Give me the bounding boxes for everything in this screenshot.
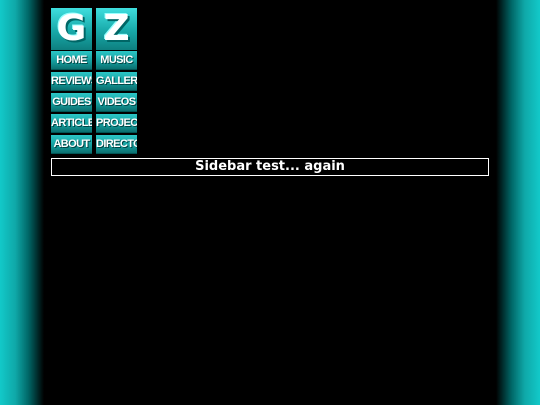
- right-edge-glow: [496, 0, 540, 405]
- nav-directory-button[interactable]: DIRECTORY: [96, 135, 137, 154]
- logo-letter-g: G: [51, 8, 92, 50]
- nav-videos-button[interactable]: VIDEOS: [96, 93, 137, 112]
- nav-projects-button[interactable]: PROJECTS: [96, 114, 137, 133]
- nav-about-button[interactable]: ABOUT: [51, 135, 92, 154]
- left-edge-glow: [0, 0, 44, 405]
- sidebar-nav: HOME MUSIC REVIEWS GALLERY GUIDES VIDEOS…: [51, 51, 137, 154]
- nav-gallery-button[interactable]: GALLERY: [96, 72, 137, 91]
- nav-reviews-button[interactable]: REVIEWS: [51, 72, 92, 91]
- nav-guides-button[interactable]: GUIDES: [51, 93, 92, 112]
- nav-articles-button[interactable]: ARTICLES: [51, 114, 92, 133]
- nav-music-button[interactable]: MUSIC: [96, 51, 137, 70]
- site-logo[interactable]: G Z: [51, 8, 137, 50]
- page-title: Sidebar test... again: [195, 159, 345, 174]
- nav-home-button[interactable]: HOME: [51, 51, 92, 70]
- logo-letter-z: Z: [96, 8, 137, 50]
- content-header-box: Sidebar test... again: [51, 158, 489, 176]
